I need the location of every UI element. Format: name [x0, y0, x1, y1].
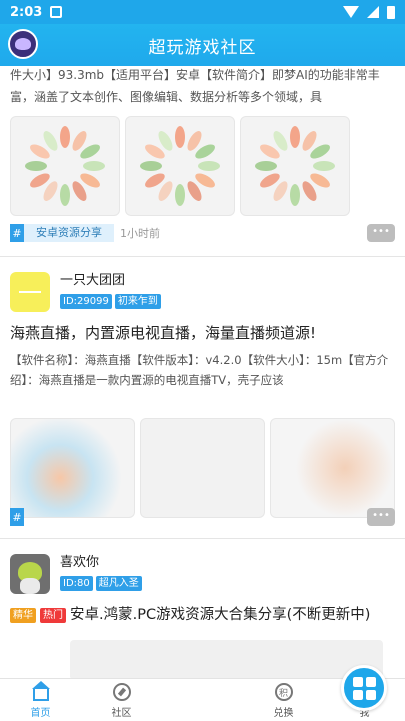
- more-options-button[interactable]: •••: [367, 224, 395, 242]
- spinner-petal: [60, 184, 70, 206]
- post-image[interactable]: [10, 116, 120, 216]
- tab-exchange[interactable]: 积 兑换: [243, 679, 324, 721]
- spinner-petal: [290, 126, 300, 148]
- hashtag-icon: #: [10, 508, 24, 526]
- post-images: [10, 116, 395, 216]
- app-header: 超玩游戏社区: [0, 24, 405, 66]
- post-card[interactable]: 一只大团团 ID:29099 初来乍到 海燕直播，内置源电视直播，海量直播频道源…: [0, 272, 405, 526]
- divider: [0, 538, 405, 546]
- topic-tag[interactable]: 安卓资源分享: [24, 224, 114, 242]
- post-image[interactable]: [70, 640, 383, 678]
- post-time: 1小时前: [120, 227, 160, 240]
- username[interactable]: 喜欢你: [60, 554, 142, 572]
- spinner-petal: [83, 161, 105, 171]
- spinner-petal: [290, 184, 300, 206]
- tab-label: 兑换: [273, 708, 294, 719]
- post-image[interactable]: [240, 116, 350, 216]
- wifi-icon: [343, 6, 359, 18]
- spinner-petal: [140, 161, 162, 171]
- user-level-badge: 超凡入圣: [95, 576, 142, 591]
- tab-center[interactable]: [162, 665, 387, 721]
- loading-spinner-icon: [255, 126, 335, 206]
- post-description: 【软件名称】：海燕直播【软件版本】：v4.2.0【软件大小】：15m【官方介绍】…: [10, 353, 389, 387]
- post-images: [10, 418, 395, 518]
- spinner-petal: [175, 126, 185, 148]
- spinner-petal: [255, 161, 277, 171]
- tab-community[interactable]: 社区: [81, 679, 162, 721]
- post-card[interactable]: 喜欢你 ID:80 超凡入圣 精华 热门 安卓.鸿蒙.PC游戏资源大合集分享(不…: [0, 554, 405, 678]
- post-image[interactable]: [270, 418, 395, 518]
- spinner-petal: [60, 126, 70, 148]
- divider: [0, 256, 405, 264]
- post-card[interactable]: 件大小】93.3mb【适用平台】安卓【软件简介】即梦AI的功能非常丰富，涵盖了文…: [0, 66, 405, 242]
- username[interactable]: 一只大团团: [60, 272, 161, 290]
- loading-spinner-icon: [140, 126, 220, 206]
- status-time: 2:03: [10, 4, 43, 20]
- more-options-button[interactable]: •••: [367, 508, 395, 526]
- spinner-petal: [175, 184, 185, 206]
- user-id-badge: ID:80: [60, 576, 93, 591]
- post-description: 件大小】93.3mb【适用平台】安卓【软件简介】即梦AI的功能非常丰富，涵盖了文…: [10, 68, 380, 104]
- user-level-badge: 初来乍到: [114, 294, 161, 309]
- spinner-petal: [313, 161, 335, 171]
- post-image[interactable]: [140, 418, 265, 518]
- post-title[interactable]: 安卓.鸿蒙.PC游戏资源大合集分享(不断更新中): [70, 604, 370, 626]
- feed[interactable]: 件大小】93.3mb【适用平台】安卓【软件简介】即梦AI的功能非常丰富，涵盖了文…: [0, 66, 405, 678]
- app-logo[interactable]: [8, 29, 38, 59]
- bottom-tab-bar: 首页 社区 积 兑换 我: [0, 665, 405, 721]
- status-bar: 2:03: [0, 0, 405, 24]
- avatar[interactable]: [10, 554, 50, 594]
- tab-label: 社区: [111, 708, 132, 719]
- tab-label: 首页: [30, 708, 51, 719]
- grid-icon[interactable]: [341, 665, 387, 711]
- spinner-petal: [25, 161, 47, 171]
- essence-badge: 精华: [10, 607, 36, 623]
- hot-badge: 热门: [40, 607, 66, 623]
- signal-icon: [367, 6, 379, 18]
- hashtag-icon: #: [10, 224, 24, 242]
- spinner-petal: [198, 161, 220, 171]
- points-icon: 积: [274, 683, 293, 701]
- home-icon: [31, 681, 50, 701]
- page-title: 超玩游戏社区: [148, 37, 257, 58]
- battery-icon: [387, 5, 395, 19]
- post-title[interactable]: 海燕直播，内置源电视直播，海量直播频道源!: [10, 322, 395, 344]
- post-image[interactable]: [125, 116, 235, 216]
- post-image[interactable]: [10, 418, 135, 518]
- user-id-badge: ID:29099: [60, 294, 112, 309]
- tab-home[interactable]: 首页: [0, 679, 81, 721]
- avatar[interactable]: [10, 272, 50, 312]
- compass-icon: [112, 683, 131, 701]
- notification-icon: [50, 6, 63, 18]
- loading-spinner-icon: [25, 126, 105, 206]
